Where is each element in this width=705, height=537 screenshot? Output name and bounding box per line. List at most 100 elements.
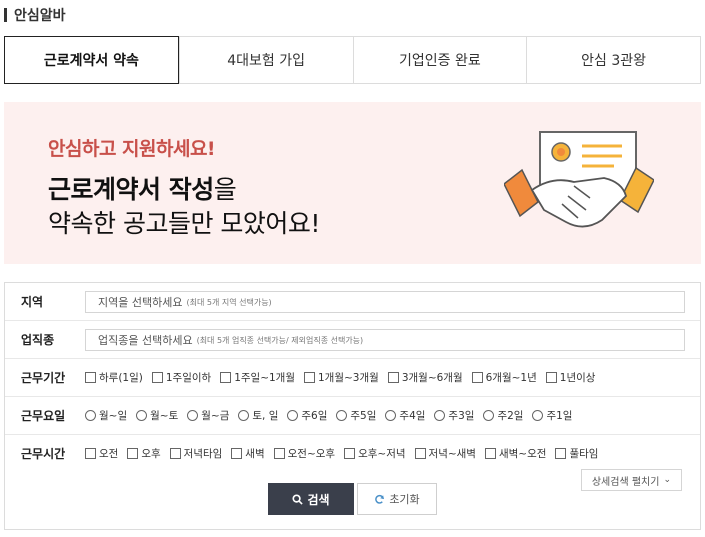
radio[interactable] xyxy=(434,410,446,421)
search-button[interactable]: 검색 xyxy=(268,483,354,515)
time-option[interactable]: 오전~오후 xyxy=(273,446,336,461)
checkbox[interactable] xyxy=(304,372,315,383)
time-option[interactable]: 저녁~새벽 xyxy=(414,446,476,461)
checkbox[interactable] xyxy=(231,447,243,459)
region-hint: (최대 5개 지역 선택가능) xyxy=(186,297,272,307)
radio[interactable] xyxy=(532,410,544,421)
time-option[interactable]: 오후~저녁 xyxy=(344,446,406,461)
checkbox[interactable] xyxy=(169,447,181,459)
days-option[interactable]: 월~금 xyxy=(187,408,229,423)
checkbox[interactable] xyxy=(414,447,426,459)
period-option[interactable]: 3개월~6개월 xyxy=(387,370,463,385)
option-label: 저녁타임 xyxy=(183,447,223,460)
period-option[interactable]: 1주일이하 xyxy=(151,370,212,385)
option-label: 오전 xyxy=(99,447,119,460)
checkbox[interactable] xyxy=(344,447,356,459)
checkbox[interactable] xyxy=(85,447,96,459)
checkbox[interactable] xyxy=(484,447,496,459)
time-option[interactable]: 풀타임 xyxy=(555,446,598,461)
days-option[interactable]: 주1일 xyxy=(532,408,572,423)
days-option[interactable]: 주5일 xyxy=(336,408,376,423)
radio[interactable] xyxy=(187,410,199,421)
checkbox[interactable] xyxy=(127,447,139,459)
option-label: 1주일이하 xyxy=(165,372,212,384)
option-label: 새벽~오전 xyxy=(498,447,547,460)
days-option[interactable]: 주6일 xyxy=(287,408,327,423)
job-placeholder: 업직종을 선택하세요 xyxy=(98,334,193,347)
option-label: 주6일 xyxy=(301,410,328,422)
job-select-field[interactable]: 업직종을 선택하세요 (최대 5개 업직종 선택가능/ 제외업직종 선택가능) xyxy=(85,329,685,351)
option-label: 새벽 xyxy=(245,447,265,460)
option-label: 토, 일 xyxy=(252,410,279,422)
banner-headline-second: 약속한 공고들만 모았어요! xyxy=(48,209,320,238)
search-actions: 상세검색 펼치기 ⌄ 검색 초기화 xyxy=(5,469,700,529)
checkbox[interactable] xyxy=(555,447,567,459)
days-row: 근무요일 월~일 월~토 월~금 토, 일 주6일 주5일 주4일 주3일 주2… xyxy=(5,397,700,435)
radio[interactable] xyxy=(136,410,148,421)
time-option[interactable]: 새벽~오전 xyxy=(484,446,547,461)
days-option[interactable]: 주4일 xyxy=(385,408,425,423)
days-option[interactable]: 토, 일 xyxy=(238,408,278,423)
tab-certified-company[interactable]: 기업인증 완료 xyxy=(352,37,527,83)
period-option[interactable]: 1개월~3개월 xyxy=(304,370,379,385)
days-option[interactable]: 월~토 xyxy=(136,408,178,423)
title-bar-marker xyxy=(4,8,7,22)
period-option[interactable]: 1년이상 xyxy=(545,370,596,385)
handshake-contract-icon xyxy=(504,131,654,228)
promo-banner: 안심하고 지원하세요! 근로계약서 작성을 약속한 공고들만 모았어요! xyxy=(4,102,701,264)
option-label: 주5일 xyxy=(350,410,377,422)
checkbox[interactable] xyxy=(151,372,163,383)
days-option[interactable]: 월~일 xyxy=(85,408,127,423)
option-label: 오전~오후 xyxy=(287,447,336,460)
tab-triple-safe[interactable]: 안심 3관왕 xyxy=(526,37,700,83)
option-label: 풀타임 xyxy=(569,447,599,460)
tab-labor-contract[interactable]: 근로계약서 약속 xyxy=(4,36,179,84)
checkbox[interactable] xyxy=(85,372,96,383)
radio[interactable] xyxy=(385,410,397,421)
banner-headline-suffix: 을 xyxy=(213,175,237,204)
region-select-field[interactable]: 지역을 선택하세요 (최대 5개 지역 선택가능) xyxy=(85,291,685,313)
days-option[interactable]: 주2일 xyxy=(483,408,523,423)
option-label: 3개월~6개월 xyxy=(401,372,463,384)
tab-insurance[interactable]: 4대보험 가입 xyxy=(178,37,353,83)
time-option[interactable]: 새벽 xyxy=(231,446,265,461)
time-option[interactable]: 저녁타임 xyxy=(169,446,223,461)
time-option[interactable]: 오후 xyxy=(127,446,161,461)
option-label: 주3일 xyxy=(448,410,475,422)
checkbox[interactable] xyxy=(220,372,232,383)
period-label: 근무기간 xyxy=(21,371,66,385)
option-label: 1주일~1개월 xyxy=(234,372,295,384)
period-option[interactable]: 하루(1일) xyxy=(85,370,143,385)
period-option[interactable]: 6개월~1년 xyxy=(471,370,537,385)
time-option[interactable]: 오전 xyxy=(85,446,118,461)
days-label: 근무요일 xyxy=(21,409,66,423)
tab-label: 기업인증 완료 xyxy=(399,53,481,69)
option-label: 1년이상 xyxy=(559,372,596,384)
radio[interactable] xyxy=(85,410,96,421)
period-option[interactable]: 1주일~1개월 xyxy=(220,370,295,385)
radio[interactable] xyxy=(483,410,495,421)
option-label: 월~토 xyxy=(150,410,179,422)
checkbox[interactable] xyxy=(545,372,557,383)
radio[interactable] xyxy=(238,410,250,421)
search-button-label: 검색 xyxy=(307,492,330,507)
period-options: 하루(1일) 1주일이하 1주일~1개월 1개월~3개월 3개월~6개월 6개월… xyxy=(85,370,604,385)
checkbox[interactable] xyxy=(273,447,285,459)
option-label: 하루(1일) xyxy=(99,372,143,384)
checkbox[interactable] xyxy=(387,372,399,383)
radio[interactable] xyxy=(287,410,299,421)
time-options: 오전 오후 저녁타임 새벽 오전~오후 오후~저녁 저녁~새벽 새벽~오전 풀타… xyxy=(85,446,607,461)
detail-search-toggle[interactable]: 상세검색 펼치기 ⌄ xyxy=(580,469,682,491)
checkbox[interactable] xyxy=(471,372,483,383)
radio[interactable] xyxy=(336,410,348,421)
days-option[interactable]: 주3일 xyxy=(434,408,474,423)
reset-button-label: 초기화 xyxy=(389,493,420,506)
search-icon xyxy=(292,493,304,505)
search-filter-panel: 지역 지역을 선택하세요 (최대 5개 지역 선택가능) 업직종 업직종을 선택… xyxy=(4,282,701,530)
tab-bar: 근로계약서 약속 4대보험 가입 기업인증 완료 안심 3관왕 xyxy=(4,36,701,84)
refresh-icon xyxy=(374,494,385,505)
option-label: 1개월~3개월 xyxy=(318,372,379,384)
reset-button[interactable]: 초기화 xyxy=(357,483,437,515)
chevron-down-icon: ⌄ xyxy=(663,475,671,485)
tab-label: 안심 3관왕 xyxy=(581,53,647,69)
